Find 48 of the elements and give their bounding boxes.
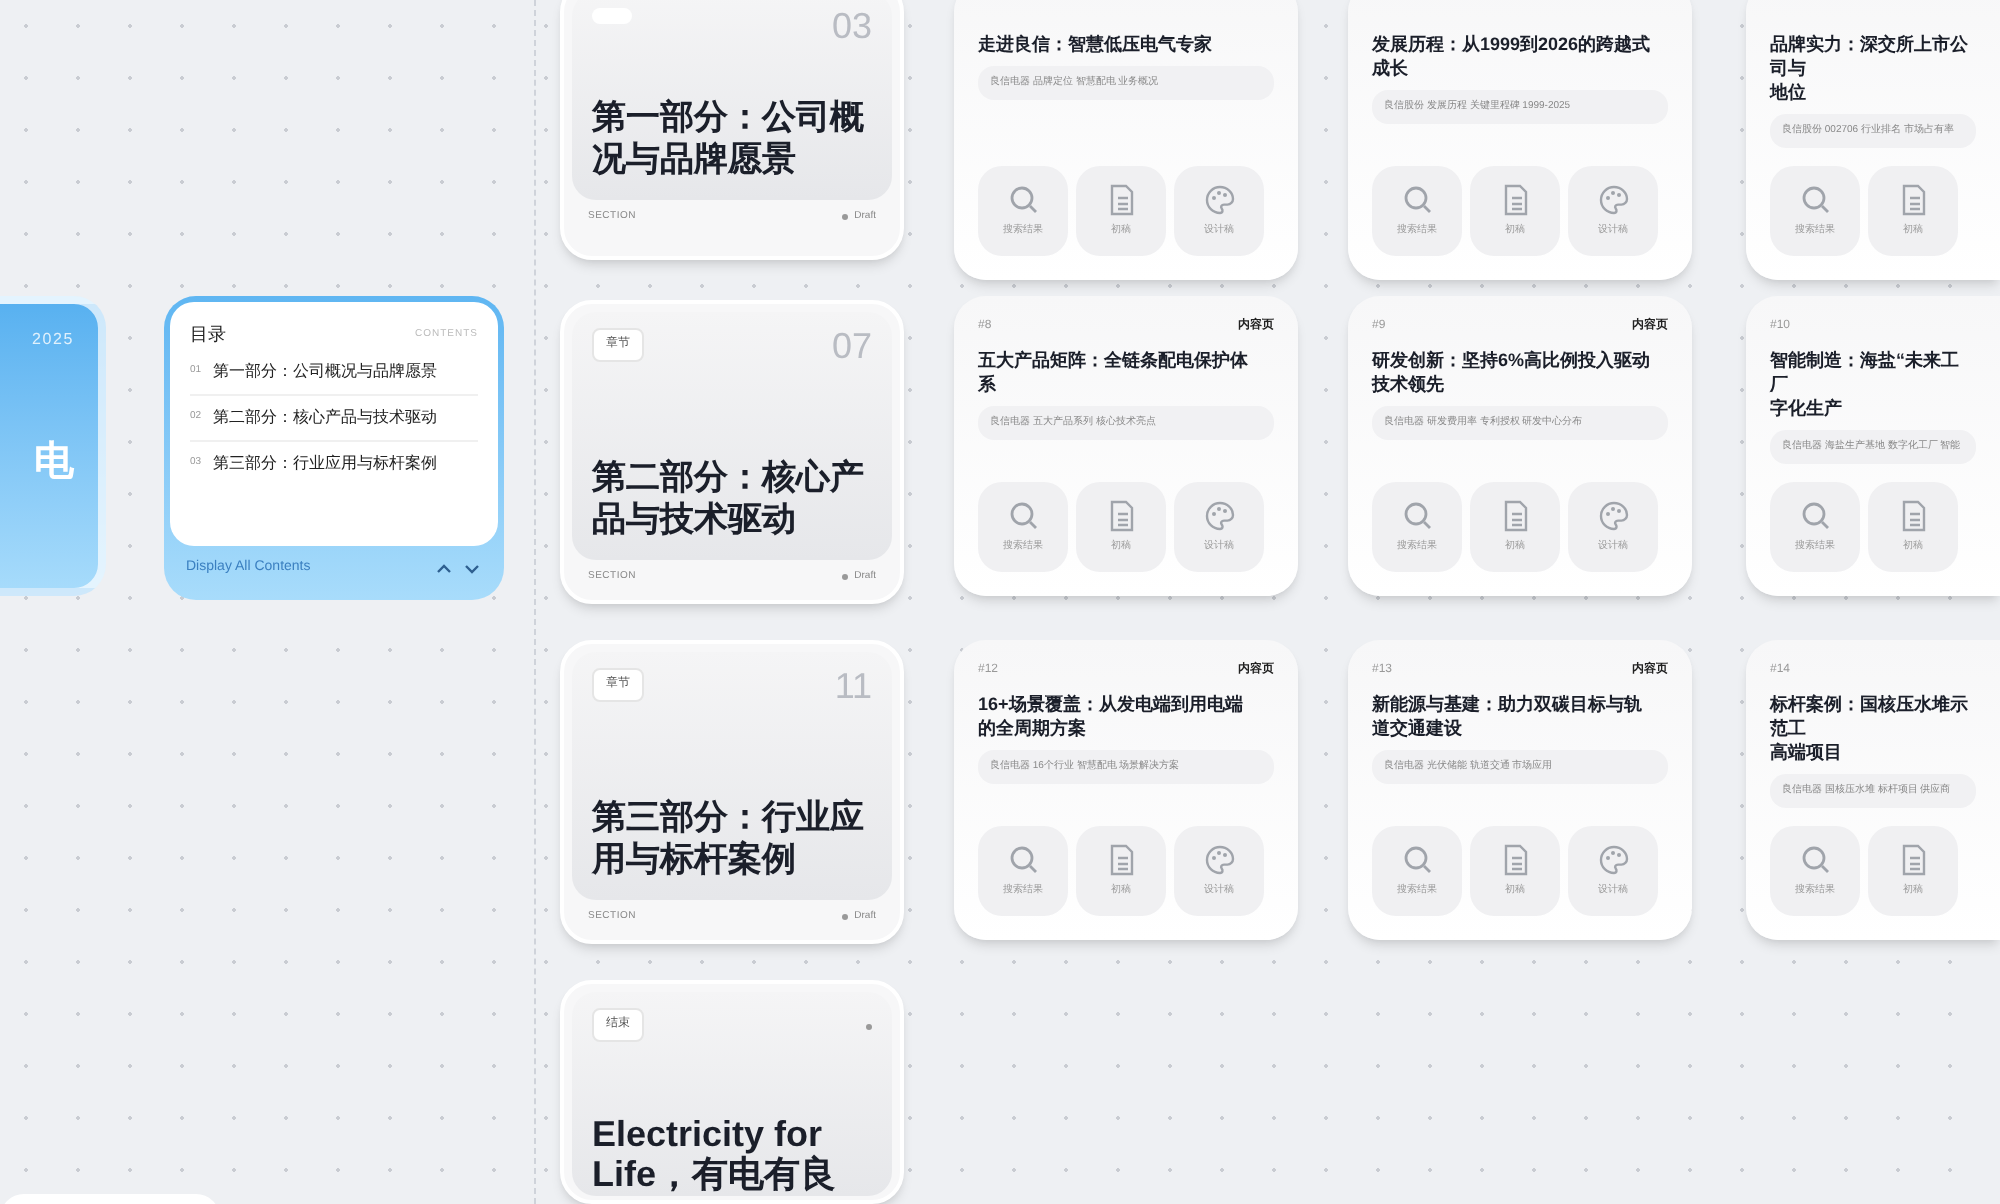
year-label: 2025 <box>32 328 74 352</box>
palette-icon <box>1597 499 1629 532</box>
palette-icon <box>1203 183 1235 216</box>
page-title: 智能制造：海盐“未来工厂 字化生产 <box>1770 348 1961 420</box>
section-title: 第一部分：公司概况与品牌愿景 <box>592 96 866 180</box>
chevron-icons[interactable] <box>434 559 482 576</box>
section-title: 第二部分：核心产品与技术驱动 <box>592 456 866 540</box>
palette-icon <box>1597 843 1629 876</box>
search-icon <box>1007 499 1039 532</box>
document-icon <box>1499 499 1531 532</box>
document-icon <box>1897 499 1929 532</box>
document-icon <box>1105 499 1137 532</box>
page-title: 五大产品矩阵：全链条配电保护体 系 <box>978 348 1250 396</box>
search-icon <box>1401 499 1433 532</box>
contents-item[interactable]: 第一部分：公司概况与品牌愿景 <box>213 359 438 383</box>
section-number: 03 <box>831 8 872 44</box>
page-title: 研发创新：坚持6%高比例投入驱动 技术领先 <box>1372 348 1653 396</box>
document-icon <box>1499 843 1531 876</box>
document-icon <box>1897 183 1929 216</box>
search-icon <box>1401 183 1433 216</box>
document-icon <box>1105 183 1137 216</box>
search-icon <box>1007 843 1039 876</box>
page-title: 走进良信：智慧低压电气专家 <box>978 32 1214 56</box>
document-icon <box>1105 843 1137 876</box>
search-icon <box>1799 183 1831 216</box>
section-title: 第三部分：行业应用与标杆案例 <box>592 796 866 880</box>
page-title: 品牌实力：深交所上市公司与 地位 <box>1770 32 1970 104</box>
section-title: Electricity for Life，有电有良 <box>592 1114 839 1194</box>
contents-item[interactable]: 第三部分：行业应用与标杆案例 <box>213 451 438 475</box>
document-icon <box>1499 183 1531 216</box>
page-title: 新能源与基建：助力双碳目标与轨 道交通建设 <box>1372 692 1644 740</box>
section-number: 11 <box>834 668 872 704</box>
palette-icon <box>1597 183 1629 216</box>
search-icon <box>1799 843 1831 876</box>
palette-icon <box>1203 843 1235 876</box>
palette-icon <box>1203 499 1235 532</box>
search-icon <box>1799 499 1831 532</box>
page-title: 发展历程：从1999到2026的跨越式 成长 <box>1372 32 1653 80</box>
contents-heading: 目录 <box>190 322 226 348</box>
slide-card[interactable]: 2025 电 <box>0 296 106 596</box>
page-title: 标杆案例：国核压水堆示范工 高端项目 <box>1770 692 1970 764</box>
document-icon <box>1897 843 1929 876</box>
contents-item[interactable]: 第二部分：核心产品与技术驱动 <box>213 405 438 429</box>
section-number: 07 <box>831 328 872 364</box>
search-icon <box>1007 183 1039 216</box>
search-icon <box>1401 843 1433 876</box>
page-title: 16+场景覆盖：从发电端到用电端 的全周期方案 <box>978 692 1245 740</box>
slide-title: 电 <box>34 438 74 488</box>
